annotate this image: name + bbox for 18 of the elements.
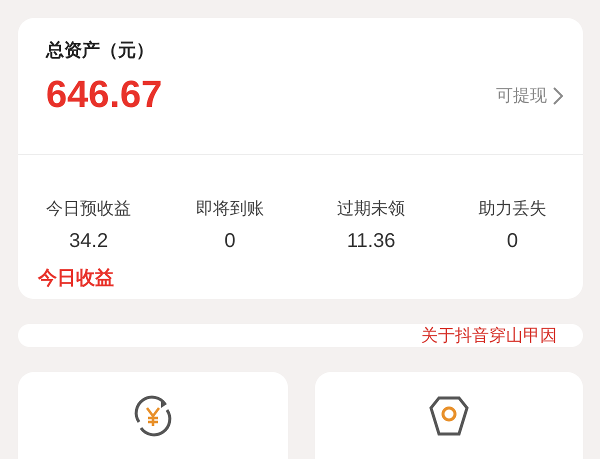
stat-value: 34.2	[69, 230, 108, 253]
feature-tile[interactable]	[315, 372, 583, 459]
stat-label: 即将到账	[196, 198, 264, 220]
stat-label: 助力丢失	[478, 198, 546, 220]
feature-tile[interactable]	[18, 372, 288, 459]
assets-title: 总资产（元）	[46, 39, 155, 62]
stat-value: 0	[224, 230, 236, 253]
stat-value: 0	[506, 230, 518, 253]
today-income-label: 今日收益	[36, 266, 115, 291]
stat-label: 今日预收益	[46, 198, 132, 220]
notice-bar[interactable]: 关于抖音穿山甲因	[18, 324, 583, 347]
notice-text: 关于抖音穿山甲因	[421, 325, 557, 347]
stat-value: 11.36	[346, 230, 396, 253]
chevron-right-icon	[553, 86, 563, 104]
withdraw-link[interactable]: 可提现	[496, 84, 563, 107]
stat-label: 过期未领	[337, 198, 406, 220]
total-amount: 646.67	[46, 74, 162, 117]
bag-icon	[427, 394, 471, 438]
